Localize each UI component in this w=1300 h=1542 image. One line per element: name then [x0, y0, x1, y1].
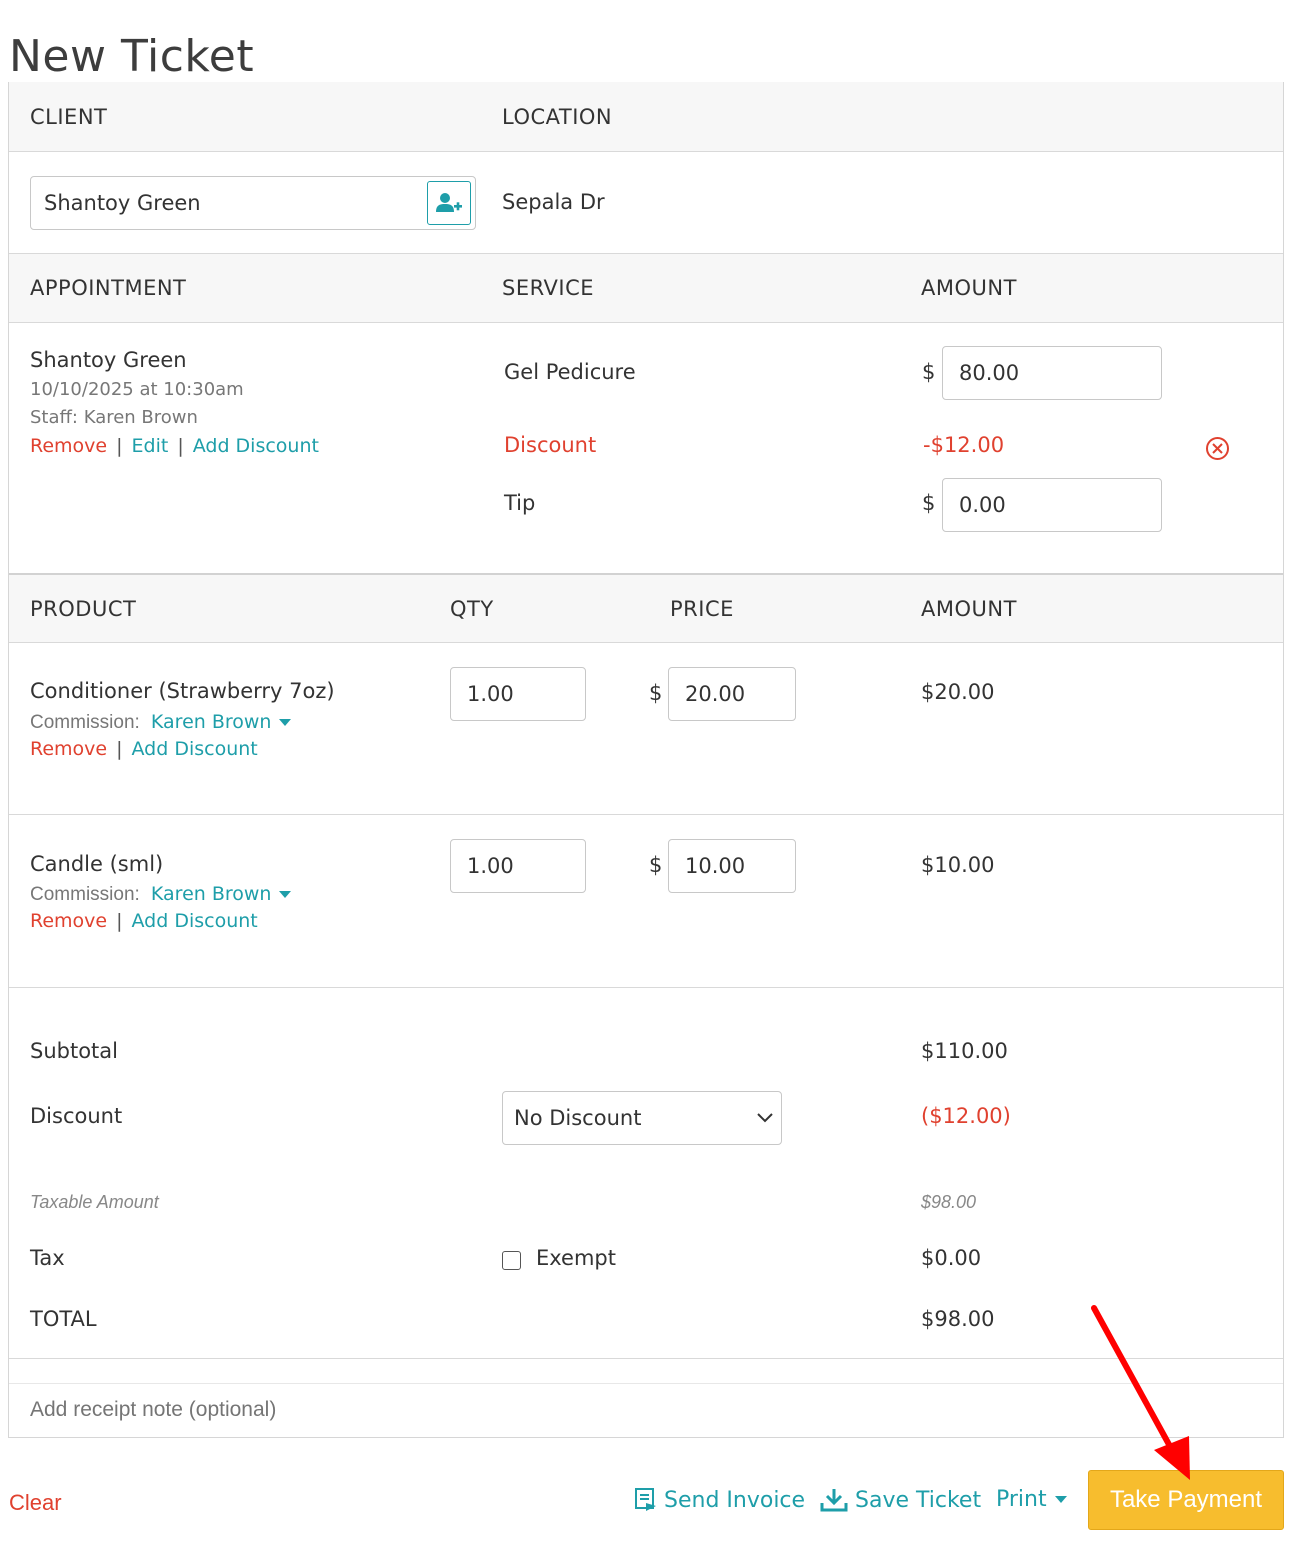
- appointment-actions: Remove | Edit | Add Discount: [30, 435, 319, 457]
- print-label: Print: [996, 1487, 1047, 1512]
- client-field[interactable]: Shantoy Green: [30, 176, 476, 230]
- service-header: SERVICE: [502, 276, 595, 300]
- appointment-datetime: 10/10/2025 at 10:30am: [30, 379, 244, 400]
- appointment-header: APPOINTMENT: [30, 276, 187, 300]
- remove-appointment-link[interactable]: Remove: [30, 435, 107, 457]
- save-ticket-button[interactable]: Save Ticket: [820, 1487, 981, 1513]
- commission-label: Commission:: [30, 884, 140, 905]
- tip-label: Tip: [504, 491, 536, 515]
- qty-input[interactable]: 1.00: [450, 839, 586, 893]
- product-amount: $20.00: [921, 680, 995, 704]
- page-title: New Ticket: [9, 31, 255, 83]
- tax-label: Tax: [30, 1246, 65, 1270]
- send-invoice-button[interactable]: Send Invoice: [634, 1487, 805, 1513]
- client-header: CLIENT: [30, 104, 108, 129]
- add-discount-product-link[interactable]: Add Discount: [132, 910, 258, 932]
- link-separator: |: [116, 738, 123, 760]
- download-icon: [820, 1489, 848, 1512]
- commission-label: Commission:: [30, 712, 140, 733]
- price-input[interactable]: 20.00: [668, 667, 796, 721]
- qty-header: QTY: [450, 596, 494, 621]
- save-ticket-label: Save Ticket: [855, 1487, 982, 1513]
- caret-down-icon: [1054, 1496, 1067, 1503]
- client-header-row: CLIENT LOCATION: [9, 82, 1283, 152]
- qty-input[interactable]: 1.00: [450, 667, 586, 721]
- remove-product-link[interactable]: Remove: [30, 738, 107, 760]
- remove-discount-icon[interactable]: [1205, 436, 1230, 461]
- add-client-button[interactable]: [427, 181, 471, 225]
- product-amount: $10.00: [921, 853, 995, 877]
- currency-symbol: $: [922, 360, 936, 384]
- row-divider: [9, 814, 1283, 815]
- appointment-staff: Staff: Karen Brown: [30, 407, 198, 428]
- currency-symbol: $: [649, 853, 663, 877]
- clear-button[interactable]: Clear: [9, 1490, 62, 1516]
- commission-staff-dropdown[interactable]: Karen Brown: [151, 883, 292, 905]
- product-name: Conditioner (Strawberry 7oz): [30, 679, 335, 703]
- product-commission: Commission: Karen Brown: [30, 711, 292, 734]
- subtotal-value: $110.00: [921, 1039, 1008, 1063]
- product-header: PRODUCT: [30, 596, 137, 621]
- subtotal-label: Subtotal: [30, 1039, 118, 1063]
- link-separator: |: [177, 435, 184, 457]
- location-header: LOCATION: [502, 104, 613, 129]
- product-name: Candle (sml): [30, 852, 164, 876]
- link-separator: |: [116, 910, 123, 932]
- add-discount-appointment-link[interactable]: Add Discount: [193, 435, 319, 457]
- send-invoice-label: Send Invoice: [664, 1487, 806, 1513]
- commission-staff-name: Karen Brown: [150, 883, 272, 905]
- service-discount-label: Discount: [504, 433, 597, 457]
- appointment-header-row: APPOINTMENT SERVICE AMOUNT: [9, 253, 1283, 323]
- service-amount-input[interactable]: 80.00: [942, 346, 1162, 400]
- print-dropdown[interactable]: Print: [996, 1487, 1067, 1512]
- discount-select-value: No Discount: [514, 1106, 642, 1130]
- exempt-label: Exempt: [536, 1246, 616, 1270]
- tax-value: $0.00: [921, 1246, 982, 1270]
- exempt-checkbox[interactable]: [502, 1251, 521, 1270]
- add-discount-product-link[interactable]: Add Discount: [132, 738, 258, 760]
- row-divider: [9, 987, 1283, 988]
- client-field-value: Shantoy Green: [44, 191, 201, 215]
- add-user-icon: [436, 193, 462, 212]
- remove-product-link[interactable]: Remove: [30, 910, 107, 932]
- total-label: TOTAL: [30, 1307, 97, 1331]
- price-header: PRICE: [670, 596, 734, 621]
- annotation-arrow-icon: [1091, 1305, 1190, 1480]
- price-input[interactable]: 10.00: [668, 839, 796, 893]
- location-value: Sepala Dr: [502, 190, 605, 214]
- link-separator: |: [116, 435, 123, 457]
- product-actions: Remove | Add Discount: [30, 910, 258, 932]
- appointment-client-name: Shantoy Green: [30, 348, 187, 372]
- commission-staff-dropdown[interactable]: Karen Brown: [151, 711, 292, 733]
- invoice-icon: [635, 1488, 656, 1511]
- chevron-down-icon: [757, 1113, 773, 1123]
- service-name: Gel Pedicure: [504, 360, 636, 384]
- order-discount-label: Discount: [30, 1104, 123, 1128]
- product-commission: Commission: Karen Brown: [30, 883, 292, 906]
- order-discount-value: ($12.00): [921, 1104, 1011, 1128]
- tip-amount-input[interactable]: 0.00: [942, 478, 1162, 532]
- taxable-amount-label: Taxable Amount: [30, 1192, 159, 1212]
- ticket-card: CLIENT LOCATION Shantoy Green Sepala Dr …: [8, 82, 1284, 1438]
- amount-header: AMOUNT: [921, 276, 1017, 300]
- service-discount-amount: -$12.00: [923, 433, 1005, 457]
- currency-symbol: $: [649, 681, 663, 705]
- product-amount-header: AMOUNT: [921, 596, 1017, 621]
- taxable-amount-value: $98.00: [921, 1192, 977, 1212]
- caret-down-icon: [279, 891, 292, 898]
- caret-down-icon: [279, 719, 292, 726]
- edit-appointment-link[interactable]: Edit: [132, 435, 169, 457]
- commission-staff-name: Karen Brown: [150, 711, 272, 733]
- product-header-row: PRODUCT QTY PRICE AMOUNT: [9, 573, 1283, 643]
- currency-symbol: $: [922, 491, 936, 515]
- total-value: $98.00: [921, 1307, 995, 1331]
- product-actions: Remove | Add Discount: [30, 738, 258, 760]
- discount-select[interactable]: No Discount: [502, 1091, 782, 1145]
